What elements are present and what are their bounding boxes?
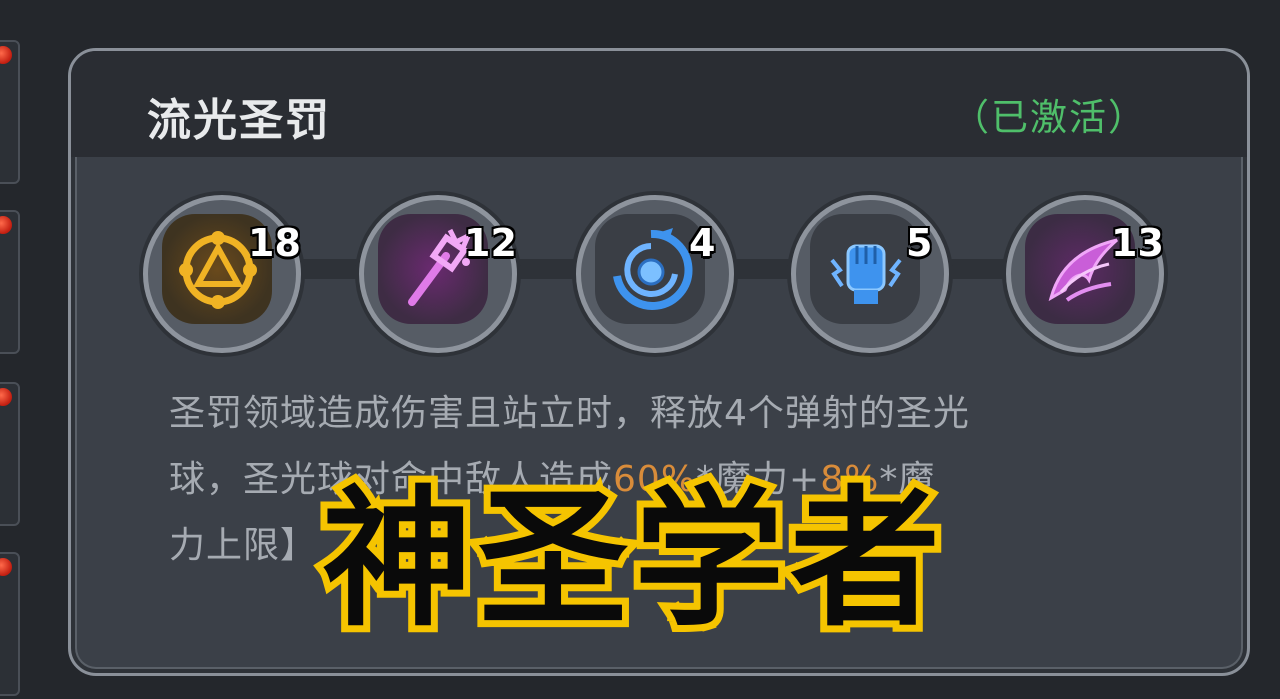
skill-node-2[interactable]: 12 (359, 195, 517, 353)
skill-node-3[interactable]: 4 (576, 195, 734, 353)
node-count: 18 (248, 221, 301, 265)
node-count: 13 (1111, 221, 1164, 265)
set-title: 流光圣罚 (147, 95, 331, 146)
panel-header: 流光圣罚 （已激活） (71, 51, 1247, 157)
skill-node-1[interactable]: 18 (143, 195, 301, 353)
skill-node-4[interactable]: 5 (791, 195, 949, 353)
video-overlay-title: 神圣学者 (315, 466, 947, 654)
node-count: 5 (906, 221, 933, 265)
skill-node-5[interactable]: 13 (1006, 195, 1164, 353)
blue-fist-icon (830, 244, 902, 304)
activation-status: （已激活） (952, 96, 1147, 139)
node-count: 4 (689, 221, 716, 265)
blue-vortex-icon (613, 228, 693, 310)
side-tab-strip (0, 0, 22, 699)
node-count: 12 (464, 221, 517, 265)
